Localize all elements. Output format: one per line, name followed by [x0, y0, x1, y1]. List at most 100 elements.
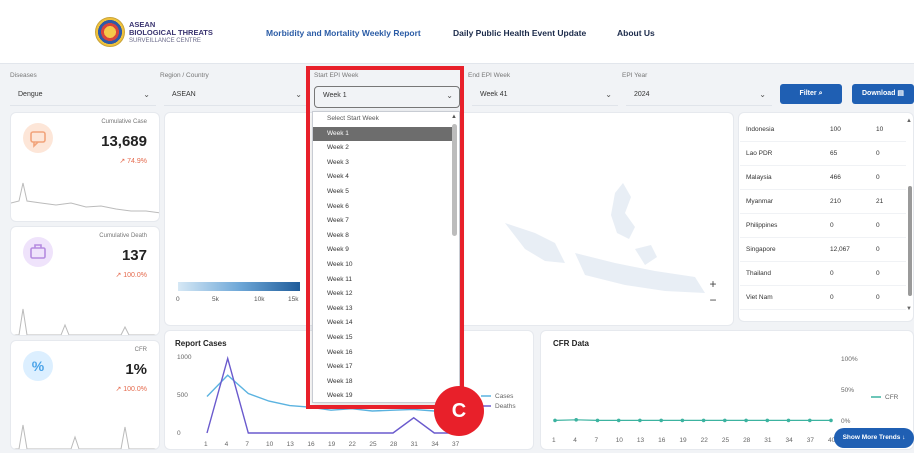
dropdown-option[interactable]: Week 7	[313, 214, 453, 229]
table-row[interactable]: Singapore 12,067 0	[740, 238, 906, 262]
chevron-down-icon: ⌄	[143, 90, 150, 99]
table-row[interactable]: Philippines 0 0	[740, 214, 906, 238]
table-scrollbar[interactable]	[908, 186, 912, 296]
region-value: ASEAN	[172, 91, 196, 98]
scroll-up-icon[interactable]: ▲	[906, 118, 912, 124]
x-tick-label: 13	[637, 437, 645, 444]
year-select[interactable]: 2024 ⌄	[626, 86, 772, 106]
dropdown-scroll-up-icon[interactable]: ▲	[451, 114, 457, 120]
dropdown-option[interactable]: Week 17	[313, 360, 453, 375]
cumulative-case-delta: ↗ 74.9%	[119, 158, 147, 165]
country-cases: 0	[830, 222, 834, 229]
start-week-select[interactable]: Week 1 ⌄	[314, 86, 460, 108]
start-week-value: Week 1	[323, 92, 347, 99]
dropdown-option[interactable]: Week 16	[313, 346, 453, 361]
dropdown-option[interactable]: Week 3	[313, 156, 453, 171]
chat-icon	[23, 123, 53, 153]
briefcase-icon	[23, 237, 53, 267]
dropdown-option[interactable]: Week 11	[313, 273, 453, 288]
cfr-point	[808, 418, 812, 423]
nav-daily-update[interactable]: Daily Public Health Event Update	[453, 28, 586, 38]
filter-button[interactable]: Filter ⌕	[780, 84, 842, 104]
cumulative-case-card: Cumulative Case 13,689 ↗ 74.9%	[10, 112, 160, 222]
legend-tick-10k: 10k	[254, 296, 265, 303]
x-tick-label: 28	[390, 441, 398, 448]
dropdown-option[interactable]: Week 10	[313, 258, 453, 273]
x-tick-label: 16	[307, 441, 315, 448]
cfr-point	[786, 418, 791, 423]
dropdown-option[interactable]: Week 14	[313, 316, 453, 331]
country-deaths: 21	[876, 198, 884, 205]
country-name: Lao PDR	[746, 150, 773, 157]
country-deaths: 10	[876, 126, 884, 133]
dropdown-option[interactable]: Week 1	[313, 126, 453, 141]
y-tick-label: 0%	[841, 418, 851, 425]
table-row[interactable]: Viet Nam 0 0	[740, 286, 906, 310]
dropdown-option[interactable]: Week 8	[313, 229, 453, 244]
dropdown-option[interactable]: Week 6	[313, 200, 453, 215]
region-select[interactable]: ASEAN ⌄	[164, 86, 308, 106]
dropdown-option[interactable]: Week 2	[313, 141, 453, 156]
x-tick-label: 25	[722, 437, 730, 444]
dropdown-placeholder[interactable]: Select Start Week	[313, 112, 453, 127]
filter-button-label: Filter	[799, 90, 817, 97]
show-more-trends-button[interactable]: Show More Trends ↓	[834, 428, 914, 448]
dropdown-option[interactable]: Week 5	[313, 185, 453, 200]
end-week-select[interactable]: Week 41 ⌄	[472, 86, 618, 106]
cfr-card: % CFR 1% ↗ 100.0%	[10, 340, 160, 450]
cfr-point	[680, 418, 685, 423]
table-row[interactable]: Malaysia 466 0	[740, 166, 906, 190]
cfr-point	[659, 418, 663, 423]
asean-logo-icon[interactable]	[95, 17, 125, 47]
dropdown-option[interactable]: Week 13	[313, 302, 453, 317]
diseases-select[interactable]: Dengue ⌄	[10, 86, 156, 106]
country-name: Singapore	[746, 246, 776, 253]
logo-text[interactable]: ASEAN BIOLOGICAL THREATS SURVEILLANCE CE…	[129, 21, 213, 45]
nav-about-us[interactable]: About Us	[617, 28, 655, 38]
cfr-point	[638, 418, 642, 423]
dropdown-option[interactable]: Week 19	[313, 389, 453, 402]
death-sparkline	[11, 308, 159, 335]
zoom-in-button[interactable]: +	[705, 276, 721, 292]
nav-mmwr[interactable]: Morbidity and Mortality Weekly Report	[266, 28, 421, 38]
start-week-dropdown[interactable]: Select Start Week Week 1 Week 2 Week 3 Week…	[312, 111, 460, 403]
legend-label: Deaths	[495, 403, 516, 410]
x-tick-label: 19	[679, 437, 687, 444]
cfr-point	[744, 418, 748, 423]
download-button[interactable]: Download ▤	[852, 84, 914, 104]
table-row[interactable]: Myanmar 210 21	[740, 190, 906, 214]
x-tick-label: 13	[287, 441, 295, 448]
dropdown-option[interactable]: Week 12	[313, 287, 453, 302]
cumulative-death-value: 137	[121, 247, 147, 264]
dropdown-option[interactable]: Week 4	[313, 170, 453, 185]
year-label: EPI Year	[622, 72, 648, 79]
cumulative-case-value: 13,689	[101, 133, 147, 150]
case-sparkline	[11, 182, 159, 214]
dropdown-option[interactable]: Week 18	[313, 375, 453, 390]
dropdown-scrollbar[interactable]	[452, 124, 457, 236]
table-row[interactable]: Lao PDR 65 0	[740, 142, 906, 166]
country-deaths: 0	[876, 150, 880, 157]
x-tick-label: 28	[743, 437, 751, 444]
legend-tick-15k: 15k	[288, 296, 299, 303]
x-tick-label: 1	[552, 437, 556, 444]
country-name: Indonesia	[746, 126, 775, 133]
country-deaths: 0	[876, 270, 880, 277]
dropdown-option[interactable]: Week 9	[313, 243, 453, 258]
country-name: Viet Nam	[746, 294, 773, 301]
table-row[interactable]: Thailand 0 0	[740, 262, 906, 286]
scroll-down-icon[interactable]: ▼	[906, 306, 912, 312]
cfr-point	[595, 418, 600, 423]
y-tick-label: 0	[177, 430, 181, 437]
country-deaths: 0	[876, 294, 880, 301]
zoom-out-button[interactable]: −	[705, 292, 721, 308]
svg-text:%: %	[32, 358, 45, 374]
chevron-down-icon: ⌄	[446, 91, 453, 100]
asean-map[interactable]	[465, 153, 725, 313]
chevron-down-icon: ⌄	[759, 90, 766, 99]
y-tick-label: 500	[177, 392, 188, 399]
dropdown-option[interactable]: Week 15	[313, 331, 453, 346]
y-tick-label: 1000	[177, 354, 192, 361]
x-tick-label: 31	[764, 437, 772, 444]
table-row[interactable]: Indonesia 100 10	[740, 118, 906, 142]
